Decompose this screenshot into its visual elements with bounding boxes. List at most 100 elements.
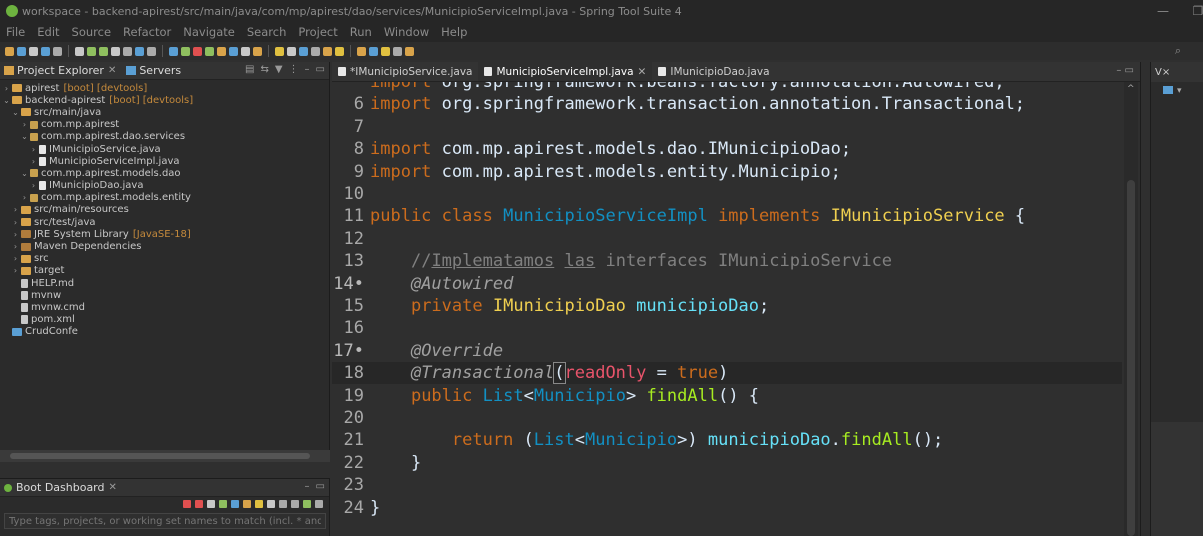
toolbar-button-icon[interactable] xyxy=(99,46,108,56)
view-menu-icon[interactable]: ⋮ xyxy=(289,64,299,75)
toolbar-button-icon[interactable] xyxy=(123,46,132,56)
boot-dashboard-filter-input[interactable] xyxy=(4,513,326,529)
toolbar-button-icon[interactable] xyxy=(5,46,14,56)
tree-item[interactable]: › src/test/java xyxy=(0,216,329,228)
boot-toolbar-button-icon[interactable] xyxy=(315,500,323,508)
tree-item[interactable]: › Maven Dependencies xyxy=(0,240,329,252)
boot-toolbar-button-icon[interactable] xyxy=(303,500,311,508)
code-line[interactable]: 9 import com.mp.apirest.models.entity.Mun… xyxy=(332,161,1122,183)
toolbar-button-icon[interactable] xyxy=(299,46,308,56)
toolbar-button-icon[interactable] xyxy=(241,46,250,56)
code-line[interactable]: 16 xyxy=(332,317,1122,339)
toolbar-button-icon[interactable] xyxy=(217,46,226,56)
tree-item[interactable]: ⌄ backend-apirest [boot] [devtools] xyxy=(0,94,329,106)
editor-vertical-scrollbar[interactable]: ^ xyxy=(1124,82,1138,536)
toolbar-button-icon[interactable] xyxy=(335,46,344,56)
menu-project[interactable]: Project xyxy=(298,25,337,39)
expand-arrow-icon[interactable]: › xyxy=(20,193,29,202)
editor-tab[interactable]: *IMunicipioService.java xyxy=(332,62,478,81)
menu-navigate[interactable]: Navigate xyxy=(183,25,235,39)
toolbar-button-icon[interactable] xyxy=(193,46,202,56)
minimize-view-icon[interactable]: – xyxy=(305,481,310,492)
chevron-down-icon[interactable]: ▾ xyxy=(1177,86,1182,96)
minimize-view-icon[interactable]: – xyxy=(305,64,310,75)
code-line[interactable]: 8 import com.mp.apirest.models.dao.IMunic… xyxy=(332,138,1122,160)
tree-item[interactable]: › IMunicipioService.java xyxy=(0,143,329,155)
outline-icon[interactable] xyxy=(1163,86,1173,94)
code-line[interactable]: 18 @Transactional(readOnly = true) xyxy=(332,362,1122,385)
expand-arrow-icon[interactable]: ⌄ xyxy=(11,108,20,117)
menu-run[interactable]: Run xyxy=(350,25,372,39)
toolbar-button-icon[interactable] xyxy=(275,46,284,56)
toolbar-button-icon[interactable] xyxy=(169,46,178,56)
scrollbar-thumb[interactable] xyxy=(1127,180,1135,536)
toolbar-button-icon[interactable] xyxy=(393,46,402,56)
code-line[interactable]: 20 xyxy=(332,407,1122,429)
code-line[interactable]: 14• @Autowired xyxy=(332,273,1122,295)
tree-item[interactable]: › src xyxy=(0,253,329,265)
expand-arrow-icon[interactable]: › xyxy=(29,181,38,190)
code-line[interactable]: 17• @Override xyxy=(332,340,1122,362)
collapse-all-icon[interactable]: ▤ xyxy=(245,64,254,75)
editor-tab[interactable]: IMunicipioDao.java xyxy=(652,62,775,81)
expand-arrow-icon[interactable]: › xyxy=(20,120,29,129)
boot-toolbar-button-icon[interactable] xyxy=(231,500,239,508)
toolbar-button-icon[interactable] xyxy=(253,46,262,56)
minimize-button[interactable]: — xyxy=(1143,0,1183,22)
code-line[interactable]: 19 public List<Municipio> findAll() { xyxy=(332,385,1122,407)
toolbar-button-icon[interactable] xyxy=(111,46,120,56)
scroll-up-icon[interactable]: ^ xyxy=(1127,84,1135,94)
boot-toolbar-button-icon[interactable] xyxy=(219,500,227,508)
toolbar-button-icon[interactable] xyxy=(53,46,62,56)
menu-source[interactable]: Source xyxy=(72,25,112,39)
editor-tab[interactable]: MunicipioServiceImpl.java ✕ xyxy=(478,62,653,81)
toolbar-button-icon[interactable] xyxy=(17,46,26,56)
tree-item[interactable]: › IMunicipioDao.java xyxy=(0,180,329,192)
toolbar-button-icon[interactable] xyxy=(381,46,390,56)
tree-item[interactable]: mvnw.cmd xyxy=(0,301,329,313)
code-line[interactable]: 24} xyxy=(332,497,1122,519)
toolbar-button-icon[interactable] xyxy=(205,46,214,56)
code-line[interactable]: 10 xyxy=(332,183,1122,205)
menu-search[interactable]: Search xyxy=(247,25,287,39)
tree-item[interactable]: › MunicipioServiceImpl.java xyxy=(0,155,329,167)
code-line[interactable]: 13 //Implematamos las interfaces IMunici… xyxy=(332,250,1122,272)
tab-project-explorer[interactable]: Project Explorer ✕ xyxy=(4,64,116,77)
toolbar-button-icon[interactable] xyxy=(75,46,84,56)
expand-arrow-icon[interactable]: › xyxy=(11,218,20,227)
tree-item[interactable]: ⌄ com.mp.apirest.models.dao xyxy=(0,167,329,179)
boot-toolbar-button-icon[interactable] xyxy=(255,500,263,508)
code-line[interactable]: import org.springframework.beans.factory… xyxy=(332,82,1122,93)
close-icon[interactable]: ✕ xyxy=(638,66,647,78)
editor-view-tools[interactable]: – ▭ xyxy=(1116,65,1134,76)
toolbar-button-icon[interactable] xyxy=(87,46,96,56)
expand-arrow-icon[interactable]: ⌄ xyxy=(20,132,29,141)
tree-item[interactable]: › com.mp.apirest.models.entity xyxy=(0,192,329,204)
code-line[interactable]: 15 private IMunicipioDao municipioDao; xyxy=(332,295,1122,317)
expand-arrow-icon[interactable]: › xyxy=(11,254,20,263)
toolbar-button-icon[interactable] xyxy=(287,46,296,56)
expand-arrow-icon[interactable]: › xyxy=(11,205,20,214)
filter-icon[interactable]: ▼ xyxy=(275,64,283,75)
search-icon[interactable]: ⌕ xyxy=(1175,44,1181,58)
tree-item[interactable]: pom.xml xyxy=(0,314,329,326)
code-line[interactable]: 12 xyxy=(332,228,1122,250)
close-icon[interactable]: ✕ xyxy=(109,482,117,493)
code-line[interactable]: 22 } xyxy=(332,452,1122,474)
expand-arrow-icon[interactable]: › xyxy=(11,266,20,275)
boot-toolbar-button-icon[interactable] xyxy=(267,500,275,508)
menu-window[interactable]: Window xyxy=(384,25,429,39)
tree-item[interactable]: mvnw xyxy=(0,289,329,301)
expand-arrow-icon[interactable]: › xyxy=(11,242,20,251)
scrollbar-thumb[interactable] xyxy=(10,453,310,459)
toolbar-button-icon[interactable] xyxy=(147,46,156,56)
expand-arrow-icon[interactable]: › xyxy=(11,230,20,239)
toolbar-button-icon[interactable] xyxy=(405,46,414,56)
toolbar-button-icon[interactable] xyxy=(181,46,190,56)
toolbar-button-icon[interactable] xyxy=(135,46,144,56)
tree-item[interactable]: › target xyxy=(0,265,329,277)
tree-item[interactable]: CrudConfe xyxy=(0,326,329,338)
tab-servers[interactable]: Servers xyxy=(126,64,181,77)
toolbar-button-icon[interactable] xyxy=(29,46,38,56)
boot-toolbar-button-icon[interactable] xyxy=(291,500,299,508)
